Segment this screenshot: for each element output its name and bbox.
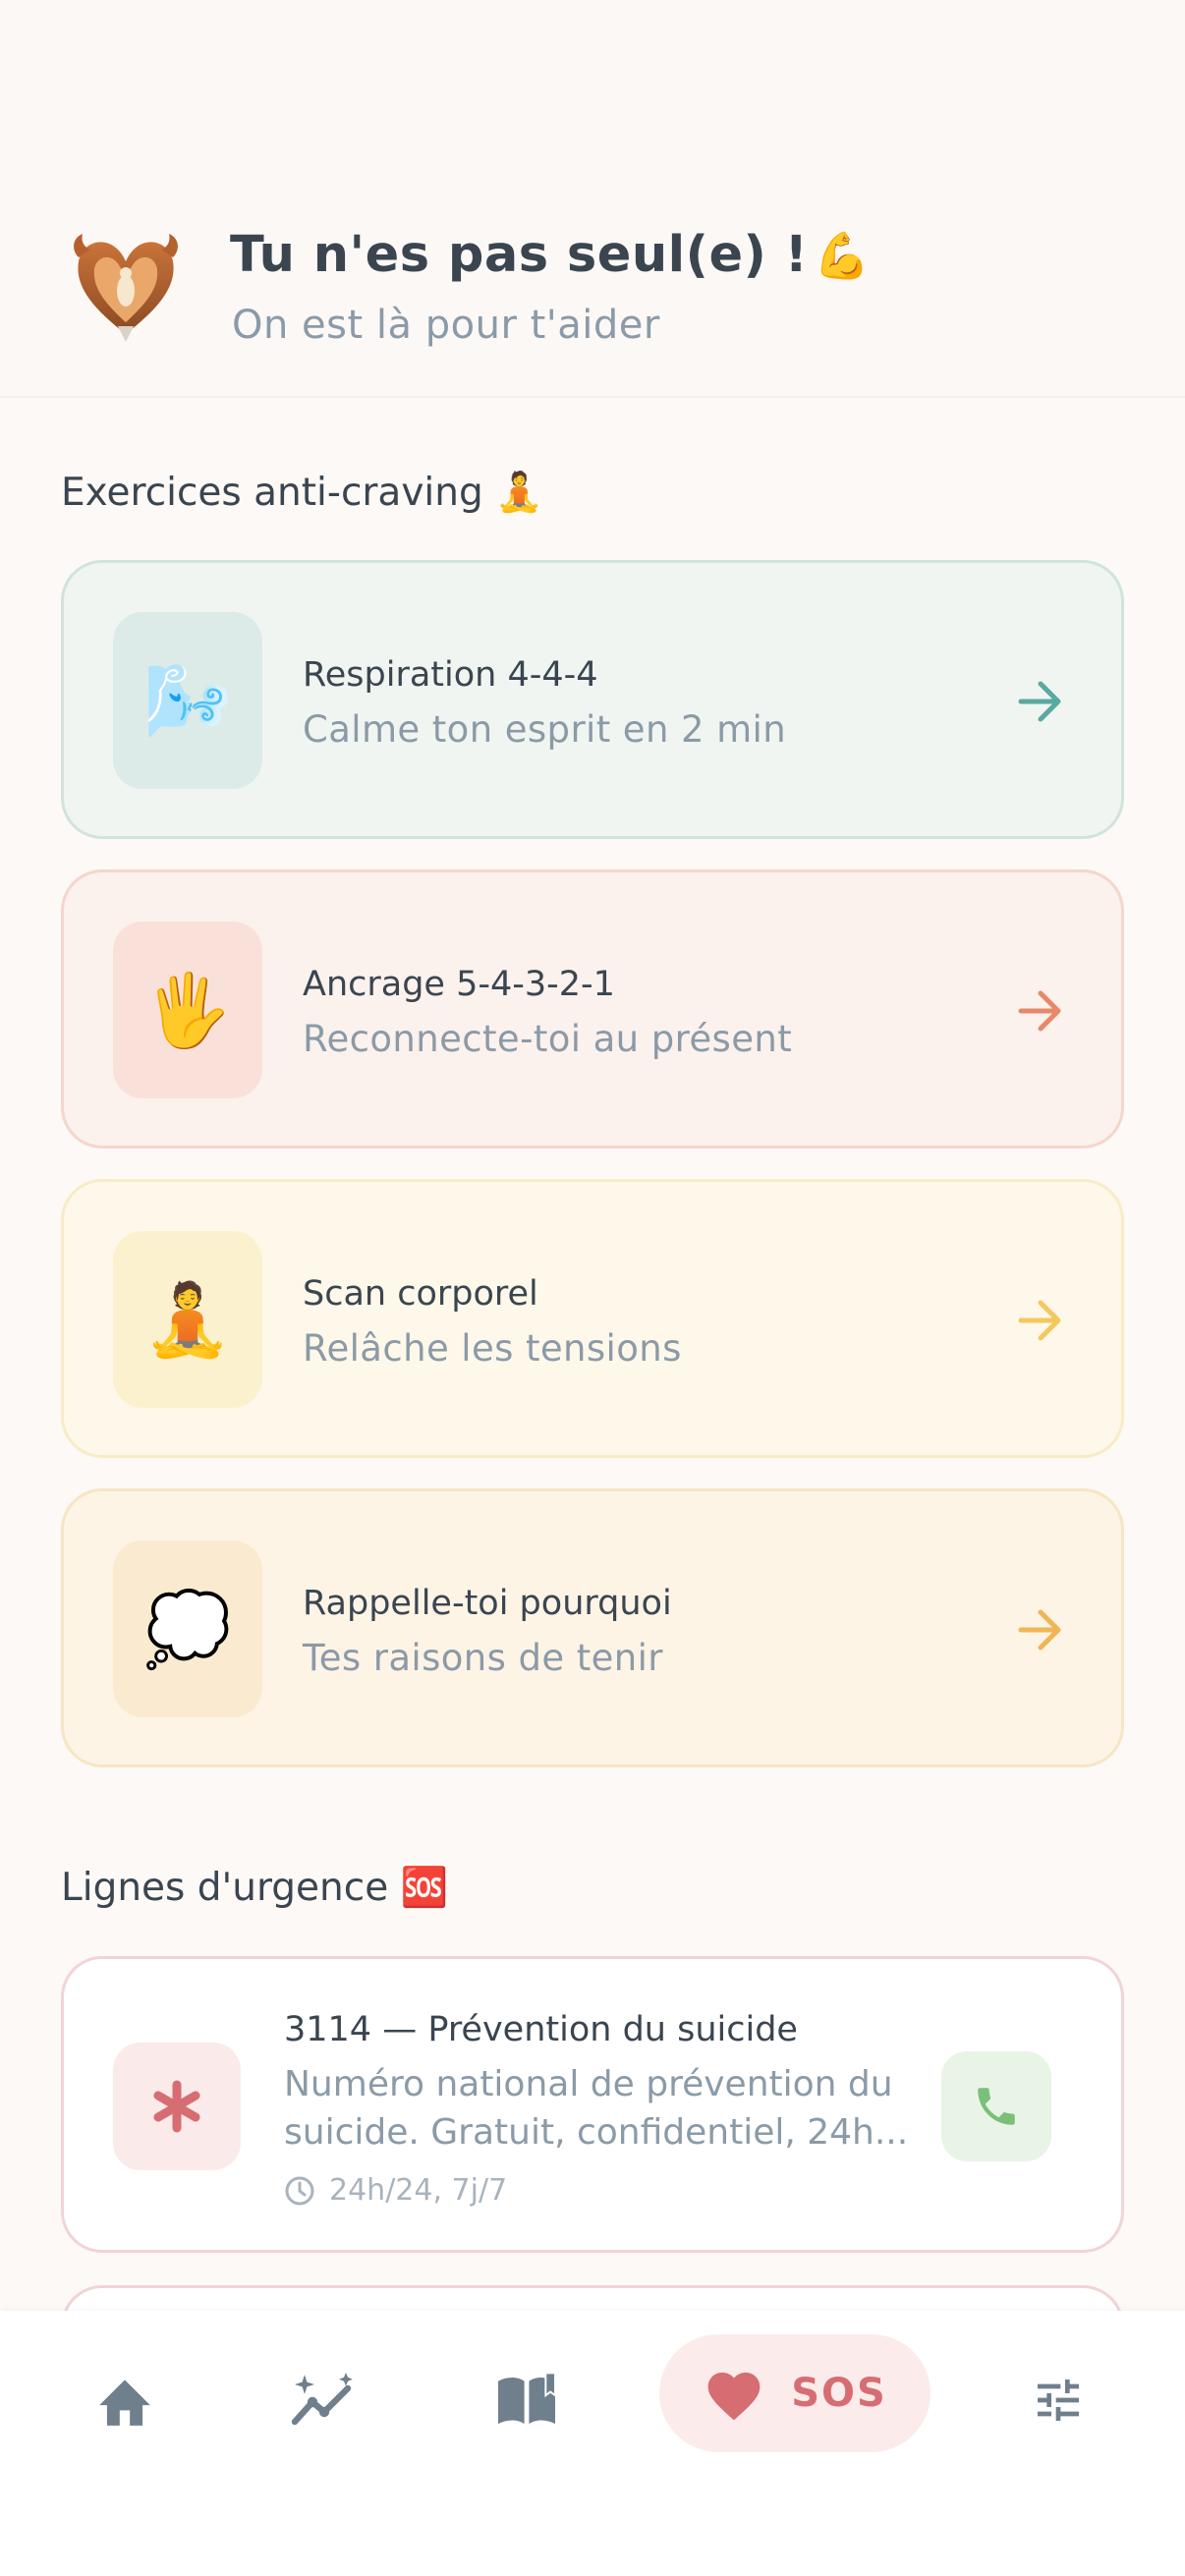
nav-settings-button[interactable] (1022, 2364, 1095, 2436)
nav-progress-button[interactable] (285, 2364, 364, 2436)
exercise-card-reasons[interactable]: 💭 Rappelle-toi pourquoi Tes raisons de t… (61, 1488, 1124, 1767)
exercise-subtitle: Tes raisons de tenir (303, 1637, 663, 1679)
nav-journal-button[interactable] (487, 2364, 566, 2436)
page-title: Tu n'es pas seul(e) ! 💪 (230, 226, 872, 284)
exercise-title: Rappelle-toi pourquoi (303, 1584, 672, 1623)
exercise-card-grounding[interactable]: 🖐 Ancrage 5-4-3-2-1 Reconnecte-toi au pr… (61, 869, 1124, 1148)
bottom-nav: SOS (0, 2311, 1185, 2576)
thought-bubble-icon: 💭 (113, 1540, 262, 1717)
exercises-section-title: Exercices anti-craving 🧘 (61, 471, 543, 515)
arrow-right-icon (1018, 1300, 1061, 1341)
sparkle-chart-icon (291, 2373, 353, 2426)
meditation-icon: 🧘 (113, 1231, 262, 1408)
emergency-section-title: Lignes d'urgence 🆘 (61, 1866, 449, 1910)
exercise-title: Scan corporel (303, 1274, 538, 1314)
arrow-right-icon (1018, 681, 1061, 722)
page-subtitle: On est là pour t'aider (232, 303, 660, 348)
heart-icon (707, 2372, 761, 2421)
exercise-title: Ancrage 5-4-3-2-1 (303, 965, 615, 1004)
sos-emoji: 🆘 (400, 1866, 449, 1910)
wind-face-icon: 🌬️ (113, 612, 262, 789)
exercise-subtitle: Relâche les tensions (303, 1327, 682, 1370)
call-button[interactable] (941, 2051, 1051, 2161)
clock-icon (285, 2176, 314, 2205)
meditation-emoji: 🧘 (495, 471, 543, 515)
sliders-icon (1038, 2380, 1079, 2421)
home-icon (99, 2380, 150, 2426)
emergency-line-hours: 24h/24, 7j/7 (284, 2173, 507, 2208)
exercise-subtitle: Reconnecte-toi au présent (303, 1018, 793, 1060)
emergency-line-card[interactable]: 3114 — Prévention du suicide Numéro nati… (61, 1956, 1124, 2253)
flexed-biceps-emoji: 💪 (814, 229, 872, 282)
phone-icon (978, 2088, 1015, 2125)
sos-screen: Tu n'es pas seul(e) ! 💪 On est là pour t'… (0, 0, 1185, 2576)
emergency-line-description: Numéro national de prévention du suicide… (284, 2064, 909, 2153)
arrow-right-icon (1018, 990, 1061, 1032)
exercise-title: Respiration 4-4-4 (303, 655, 598, 695)
exercise-subtitle: Calme ton esprit en 2 min (303, 708, 787, 751)
winged-heart-logo (71, 228, 181, 346)
header: Tu n'es pas seul(e) ! 💪 On est là pour t'… (0, 0, 1185, 398)
exercise-card-breathing[interactable]: 🌬️ Respiration 4-4-4 Calme ton esprit en… (61, 560, 1124, 839)
asterisk-icon (113, 2043, 241, 2170)
raised-hand-icon: 🖐 (113, 922, 262, 1098)
open-book-icon (498, 2374, 556, 2425)
nav-sos-button[interactable]: SOS (659, 2334, 931, 2452)
sos-label: SOS (791, 2371, 887, 2416)
nav-home-button[interactable] (88, 2364, 161, 2436)
emergency-line-title: 3114 — Prévention du suicide (284, 2010, 798, 2049)
exercise-card-body-scan[interactable]: 🧘 Scan corporel Relâche les tensions (61, 1179, 1124, 1458)
arrow-right-icon (1018, 1609, 1061, 1651)
